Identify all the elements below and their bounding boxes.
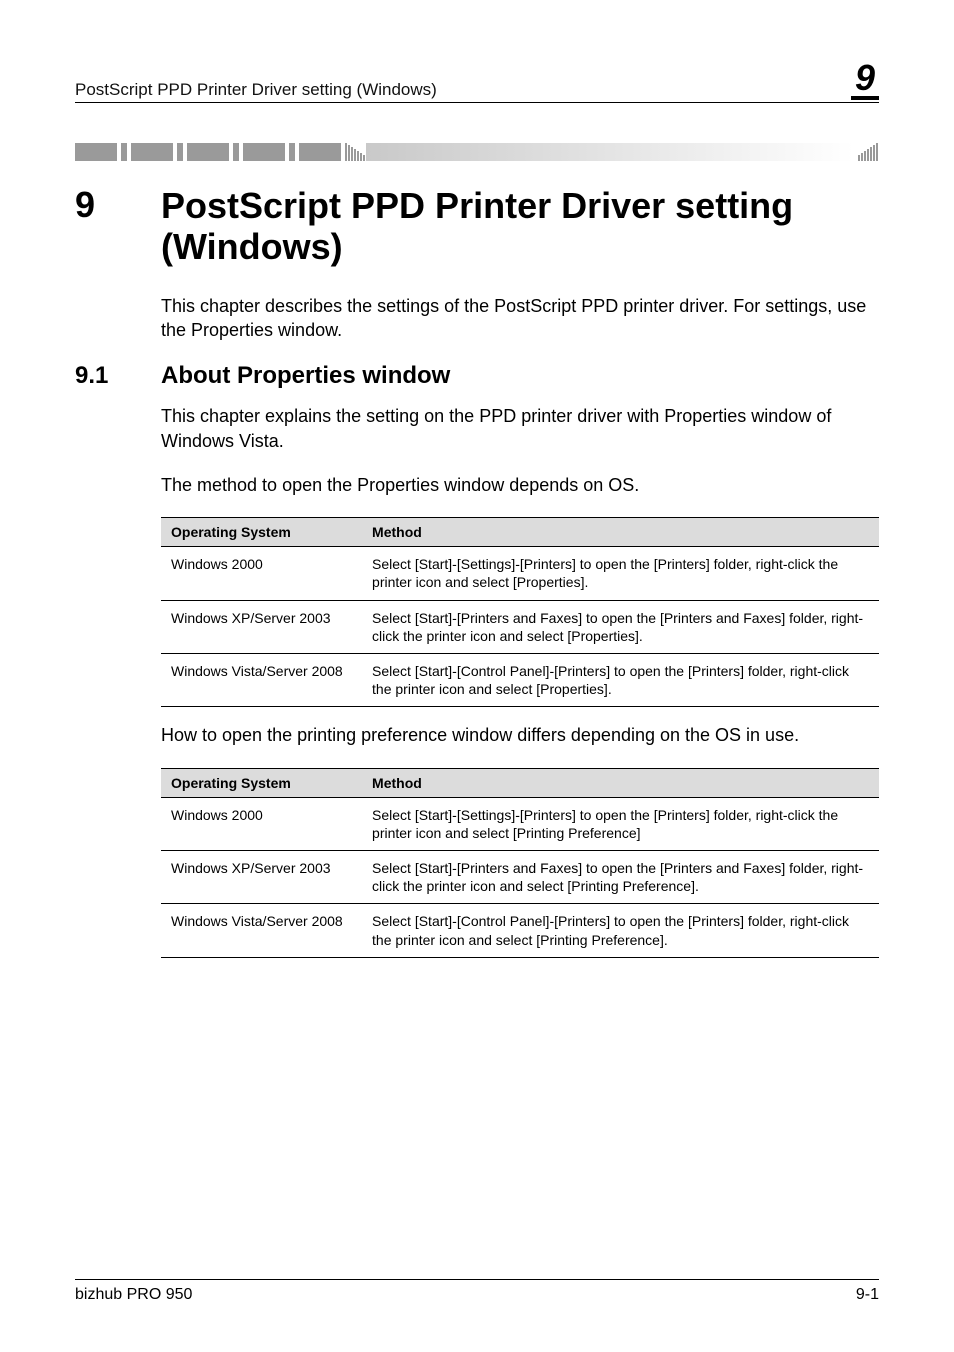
cell-method: Select [Start]-[Settings]-[Printers] to … — [362, 797, 879, 850]
footer-product: bizhub PRO 950 — [75, 1286, 192, 1304]
cell-method: Select [Start]-[Printers and Faxes] to o… — [362, 600, 879, 653]
chapter-number: 9 — [75, 185, 161, 225]
table-header-os: Operating System — [161, 768, 362, 797]
chapter-intro: This chapter describes the settings of t… — [161, 294, 879, 343]
cell-os: Windows Vista/Server 2008 — [161, 904, 362, 957]
cell-method: Select [Start]-[Settings]-[Printers] to … — [362, 547, 879, 600]
printing-preference-table: Operating System Method Windows 2000 Sel… — [161, 768, 879, 958]
cell-os: Windows 2000 — [161, 547, 362, 600]
deco-block — [121, 143, 127, 161]
deco-block — [75, 143, 117, 161]
table-row: Windows Vista/Server 2008 Select [Start]… — [161, 654, 879, 707]
section-paragraph-1: This chapter explains the setting on the… — [161, 404, 879, 453]
deco-block — [243, 143, 285, 161]
cell-os: Windows 2000 — [161, 797, 362, 850]
table-row: Windows 2000 Select [Start]-[Settings]-[… — [161, 797, 879, 850]
table-header-method: Method — [362, 518, 879, 547]
deco-block — [187, 143, 229, 161]
section-title: About Properties window — [161, 362, 450, 390]
table-header-row: Operating System Method — [161, 518, 879, 547]
cell-method: Select [Start]-[Control Panel]-[Printers… — [362, 904, 879, 957]
table-row: Windows 2000 Select [Start]-[Settings]-[… — [161, 547, 879, 600]
deco-block — [233, 143, 239, 161]
section-paragraph-2: The method to open the Properties window… — [161, 473, 879, 497]
cell-os: Windows Vista/Server 2008 — [161, 654, 362, 707]
chapter-heading: 9 PostScript PPD Printer Driver setting … — [75, 185, 879, 268]
cell-method: Select [Start]-[Printers and Faxes] to o… — [362, 851, 879, 904]
table-header-os: Operating System — [161, 518, 362, 547]
section-heading: 9.1 About Properties window — [75, 362, 879, 390]
cell-os: Windows XP/Server 2003 — [161, 851, 362, 904]
deco-stripes-left — [345, 143, 366, 161]
section-paragraph-3: How to open the printing preference wind… — [161, 723, 879, 747]
table-header-row: Operating System Method — [161, 768, 879, 797]
running-title: PostScript PPD Printer Driver setting (W… — [75, 80, 437, 100]
deco-block — [177, 143, 183, 161]
table-row: Windows XP/Server 2003 Select [Start]-[P… — [161, 851, 879, 904]
table-header-method: Method — [362, 768, 879, 797]
chapter-badge: 9 — [851, 60, 879, 100]
decorative-bar — [75, 143, 879, 161]
properties-open-table: Operating System Method Windows 2000 Sel… — [161, 517, 879, 707]
running-header: PostScript PPD Printer Driver setting (W… — [75, 60, 879, 103]
deco-gradient — [366, 143, 854, 161]
table-row: Windows Vista/Server 2008 Select [Start]… — [161, 904, 879, 957]
deco-block — [299, 143, 341, 161]
table-row: Windows XP/Server 2003 Select [Start]-[P… — [161, 600, 879, 653]
section-number: 9.1 — [75, 362, 161, 390]
deco-block — [131, 143, 173, 161]
cell-os: Windows XP/Server 2003 — [161, 600, 362, 653]
footer-page-number: 9-1 — [856, 1286, 879, 1304]
page-footer: bizhub PRO 950 9-1 — [75, 1279, 879, 1304]
deco-stripes-right — [858, 143, 879, 161]
deco-block — [289, 143, 295, 161]
cell-method: Select [Start]-[Control Panel]-[Printers… — [362, 654, 879, 707]
chapter-title: PostScript PPD Printer Driver setting (W… — [161, 185, 879, 268]
